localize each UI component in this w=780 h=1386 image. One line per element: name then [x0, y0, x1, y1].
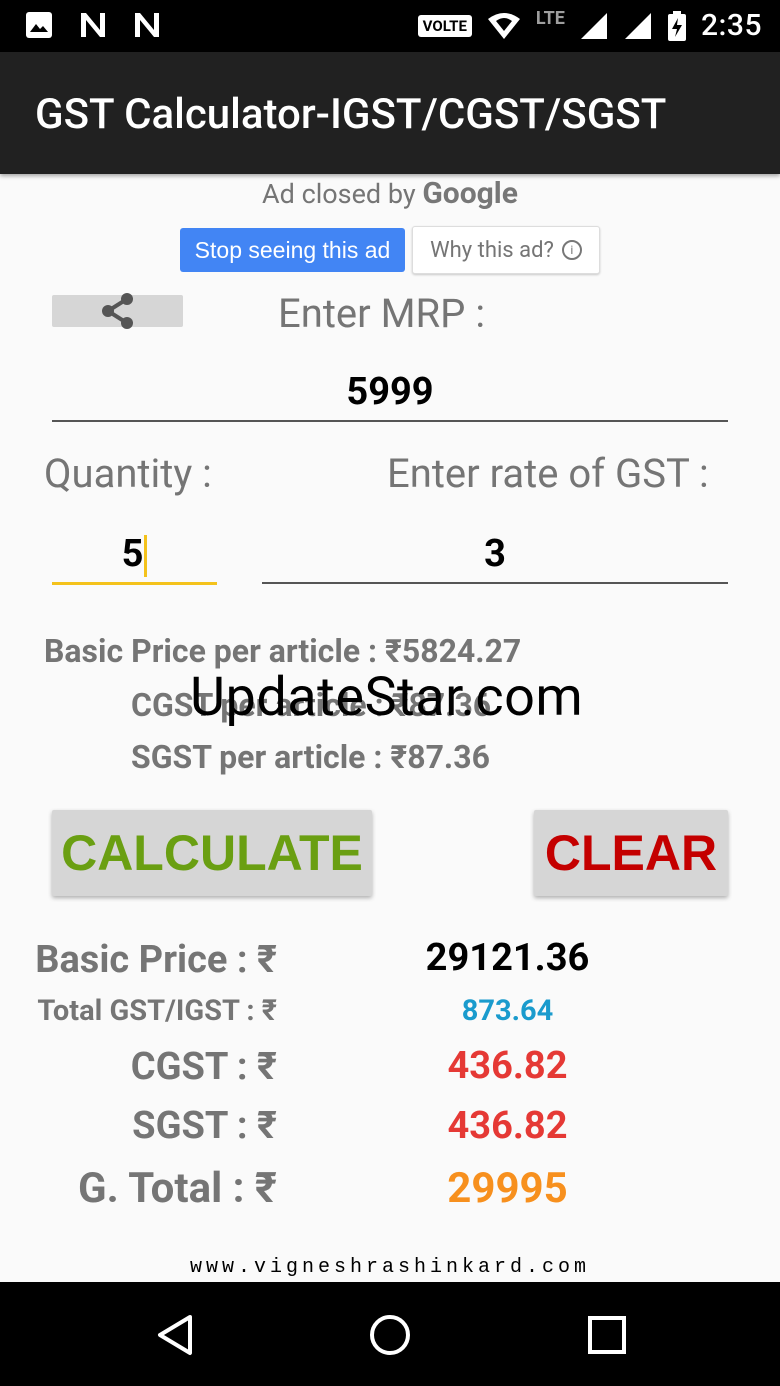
battery-charging-icon — [667, 10, 686, 41]
lte-indicator: LTE — [535, 8, 565, 29]
back-icon[interactable] — [152, 1312, 198, 1358]
why-this-ad-button[interactable]: Why this ad? i — [412, 226, 600, 274]
share-button[interactable] — [52, 293, 183, 329]
recents-icon[interactable] — [584, 1312, 630, 1358]
signal-icon-2 — [624, 12, 651, 39]
quantity-label: Quantity : — [44, 450, 212, 497]
app-bar: GST Calculator-IGST/CGST/SGST — [0, 52, 780, 174]
ad-closed-text: Ad closed by — [262, 178, 416, 210]
gst-rate-label: Enter rate of GST : — [387, 450, 709, 497]
total-gst-value: 873.64 — [461, 994, 554, 1028]
grand-total-label: G. Total : ₹ — [78, 1164, 277, 1213]
system-indicators: VOLTE LTE 2:35 — [417, 8, 762, 43]
home-icon[interactable] — [367, 1312, 413, 1358]
total-gst-label: Total GST/IGST : ₹ — [37, 994, 277, 1028]
text-cursor — [144, 534, 148, 577]
status-bar: VOLTE LTE 2:35 — [0, 0, 780, 52]
mrp-input[interactable]: 5999 — [52, 365, 728, 422]
mrp-label: Enter MRP : — [278, 290, 486, 337]
n-notification-icon-2 — [135, 13, 159, 37]
navigation-bar — [0, 1282, 780, 1386]
app-title: GST Calculator-IGST/CGST/SGST — [35, 90, 667, 139]
clear-button[interactable]: CLEAR — [534, 810, 728, 896]
signal-icon — [580, 12, 607, 39]
sgst-value: 436.82 — [447, 1104, 568, 1148]
quantity-input[interactable]: 5 — [52, 527, 217, 585]
cgst-value: 436.82 — [447, 1044, 568, 1088]
basic-price-value: 29121.36 — [425, 936, 590, 980]
basic-price-label: Basic Price : ₹ — [35, 938, 277, 982]
n-notification-icon — [81, 13, 105, 37]
clock: 2:35 — [700, 8, 762, 43]
watermark: UpdateStar.com — [190, 666, 584, 729]
grand-total-value: 29995 — [447, 1164, 568, 1213]
why-this-ad-label: Why this ad? — [430, 237, 554, 263]
ad-closed-notice: Ad closed by Google — [0, 176, 780, 211]
calculate-button[interactable]: CALCULATE — [52, 810, 372, 896]
notification-icons — [24, 10, 162, 40]
sgst-label: SGST : ₹ — [132, 1104, 277, 1148]
info-icon: i — [561, 240, 582, 260]
google-logo: Google — [422, 176, 518, 211]
quantity-value: 5 — [121, 532, 144, 576]
volte-badge: VOLTE — [417, 14, 472, 37]
stop-seeing-ad-button[interactable]: Stop seeing this ad — [180, 228, 405, 272]
cgst-label: CGST : ₹ — [130, 1045, 277, 1089]
gst-rate-input[interactable]: 3 — [262, 527, 728, 584]
share-icon — [101, 293, 133, 329]
sgst-per-article: SGST per article : ₹87.36 — [131, 738, 490, 776]
footer-url: www.vigneshrashinkard.com — [189, 1256, 591, 1279]
basic-price-per-article: Basic Price per article : ₹5824.27 — [44, 632, 522, 670]
image-notification-icon — [26, 12, 52, 38]
wifi-icon — [487, 12, 520, 39]
